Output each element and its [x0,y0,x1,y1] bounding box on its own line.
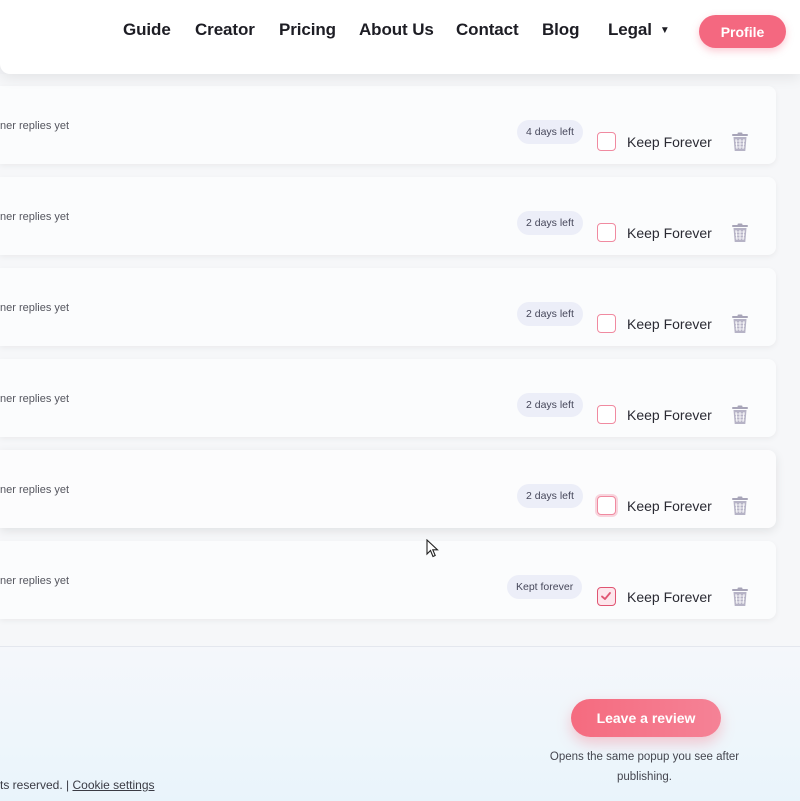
nav-links: Guide Creator Pricing About Us Contact B… [0,0,800,62]
footer: Leave a review Opens the same popup you … [0,646,800,801]
expiry-badge: 2 days left [517,302,583,326]
nav-link-legal-dropdown[interactable]: Legal ▼ [608,20,670,40]
nav-link-creator[interactable]: Creator [195,20,255,40]
keep-forever-checkbox[interactable] [597,132,616,151]
replies-status: ner replies yet [0,211,70,223]
nav-link-contact[interactable]: Contact [456,20,519,40]
replies-status: ner replies yet [0,302,70,314]
expiry-badge: 4 days left [517,120,583,144]
replies-status: ner replies yet [0,484,70,496]
expiry-badge: 2 days left [517,211,583,235]
keep-forever-label[interactable]: Keep Forever [627,316,712,332]
keep-forever-checkbox[interactable] [597,314,616,333]
nav-link-blog[interactable]: Blog [542,20,579,40]
trash-icon[interactable] [731,405,749,425]
cookie-settings-link[interactable]: Cookie settings [72,778,154,792]
keep-forever-label[interactable]: Keep Forever [627,407,712,423]
keep-forever-checkbox[interactable] [597,496,616,515]
keep-forever-label[interactable]: Keep Forever [627,134,712,150]
leave-review-button[interactable]: Leave a review [571,699,721,737]
caret-down-icon: ▼ [659,25,670,36]
nav-link-guide[interactable]: Guide [123,20,171,40]
profile-button[interactable]: Profile [699,15,786,48]
nav-link-pricing[interactable]: Pricing [279,20,336,40]
expiry-badge: Kept forever [507,575,583,599]
mouse-cursor-icon [426,539,439,558]
keep-forever-label[interactable]: Keep Forever [627,225,712,241]
top-navbar: Guide Creator Pricing About Us Contact B… [0,0,800,74]
checkmark-icon [601,592,611,600]
list-item: ner replies yet 2 days left Keep Forever [0,177,776,255]
list-item: ner replies yet 2 days left Keep Forever [0,359,776,437]
legal-label: Legal [608,20,652,39]
trash-icon[interactable] [731,223,749,243]
copyright-text: ts reserved. | [0,778,73,792]
trash-icon[interactable] [731,132,749,152]
review-note: Opens the same popup you see after publi… [549,751,740,783]
list-item: ner replies yet Kept forever Keep Forever [0,541,776,619]
expiry-badge: 2 days left [517,393,583,417]
trash-icon[interactable] [731,314,749,334]
replies-status: ner replies yet [0,120,70,132]
keep-forever-checkbox[interactable] [597,223,616,242]
trash-icon[interactable] [731,587,749,607]
replies-status: ner replies yet [0,575,70,587]
list-item: ner replies yet 2 days left Keep Forever [0,268,776,346]
list-item: ner replies yet 4 days left Keep Forever [0,86,776,164]
list-item: ner replies yet 2 days left Keep Forever [0,450,776,528]
nav-link-about-us[interactable]: About Us [359,20,434,40]
replies-status: ner replies yet [0,393,70,405]
keep-forever-label[interactable]: Keep Forever [627,589,712,605]
keep-forever-checkbox[interactable] [597,587,616,606]
copyright: ts reserved. | Cookie settings [0,778,155,792]
expiry-badge: 2 days left [517,484,583,508]
trash-icon[interactable] [731,496,749,516]
message-list: ner replies yet 4 days left Keep Forever ne… [0,74,800,646]
keep-forever-label[interactable]: Keep Forever [627,498,712,514]
keep-forever-checkbox[interactable] [597,405,616,424]
